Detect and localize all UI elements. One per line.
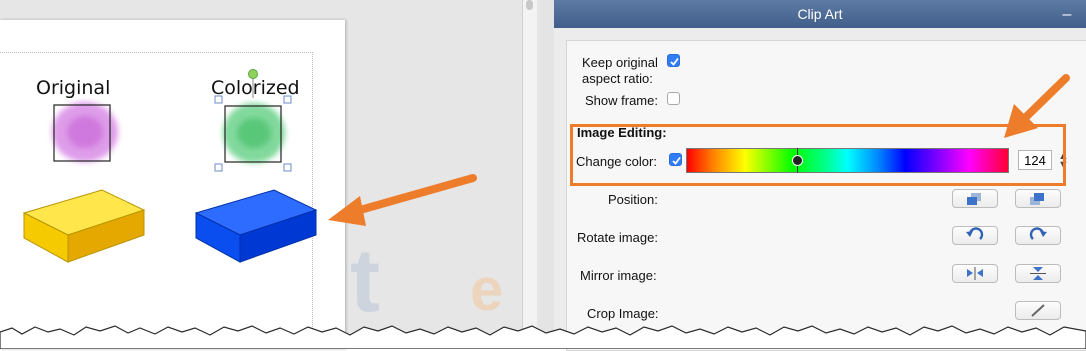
canvas-scrollbar[interactable] xyxy=(522,0,537,349)
blue-block-clipart[interactable] xyxy=(194,188,319,264)
annotation-highlight-box xyxy=(570,124,1066,186)
colorized-clipart-selected[interactable] xyxy=(212,66,296,176)
mirror-image-label: Mirror image: xyxy=(580,268,657,283)
panel-title: Clip Art xyxy=(554,0,1086,28)
keep-aspect-checkbox[interactable] xyxy=(667,54,680,67)
rotate-left-button[interactable] xyxy=(952,226,998,245)
bring-backward-icon xyxy=(967,193,981,205)
keep-aspect-label-line2: aspect ratio: xyxy=(582,71,653,86)
keep-aspect-label-line1: Keep original xyxy=(582,55,658,70)
mirror-horizontal-icon xyxy=(967,267,983,280)
mirror-horizontal-button[interactable] xyxy=(952,264,998,283)
rotate-right-icon xyxy=(1029,227,1047,240)
checkmark-icon xyxy=(670,57,679,66)
original-clipart[interactable] xyxy=(45,96,125,171)
rotate-left-icon xyxy=(966,227,984,240)
background-watermark-2: e xyxy=(470,256,504,323)
annotation-arrow-down xyxy=(1004,74,1070,138)
document-canvas[interactable]: Original Colorized t e xyxy=(0,0,540,349)
torn-edge-effect xyxy=(0,325,1086,349)
mirror-vertical-button[interactable] xyxy=(1015,264,1061,283)
minimize-button[interactable]: – xyxy=(1058,0,1076,28)
show-frame-checkbox[interactable] xyxy=(667,92,680,105)
panel-splitter[interactable] xyxy=(540,0,554,349)
annotation-arrow-left xyxy=(328,174,477,226)
position-label: Position: xyxy=(608,192,658,207)
scrollbar-thumb[interactable] xyxy=(526,0,533,10)
yellow-block-clipart[interactable] xyxy=(22,188,147,264)
show-frame-label: Show frame: xyxy=(585,93,658,108)
bring-forward-icon xyxy=(1030,193,1044,205)
send-backward-button[interactable] xyxy=(952,189,998,208)
crop-icon xyxy=(1031,304,1045,317)
mirror-vertical-icon xyxy=(1030,267,1046,280)
rotate-right-button[interactable] xyxy=(1015,226,1061,245)
bring-forward-button[interactable] xyxy=(1015,189,1061,208)
rotate-image-label: Rotate image: xyxy=(577,230,658,245)
